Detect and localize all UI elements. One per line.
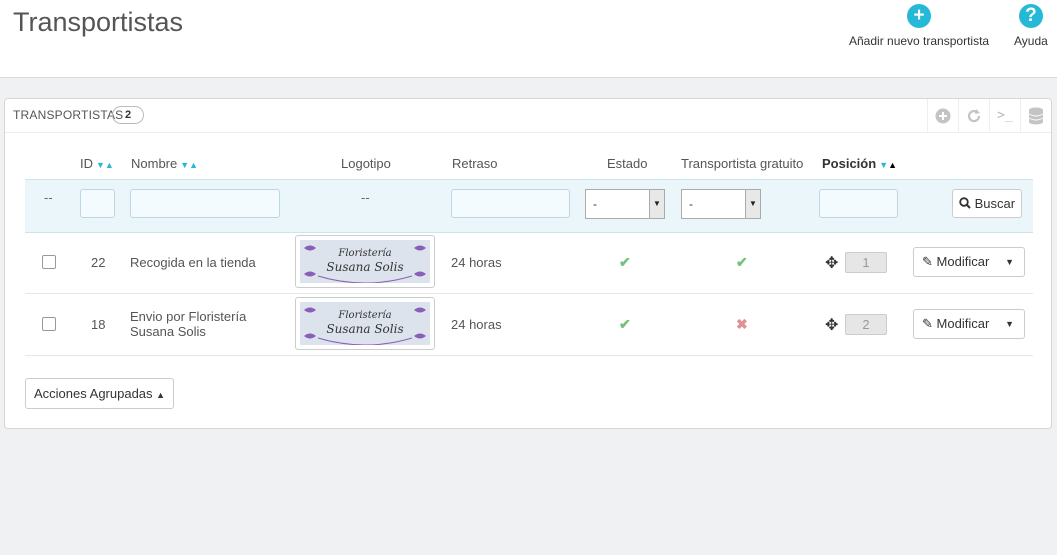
- row-id: 18: [91, 317, 106, 332]
- logo-text-line1: Floristería: [337, 310, 391, 321]
- col-posicion-label: Posición: [822, 156, 877, 171]
- sort-arrows-icon[interactable]: ▼▲: [96, 160, 114, 170]
- table-row[interactable]: 22 Recogida en la tienda Floristería Sus…: [25, 232, 1033, 294]
- row-name: Recogida en la tienda: [130, 255, 256, 270]
- export-database-icon[interactable]: [1020, 99, 1051, 132]
- col-id-label: ID: [80, 156, 93, 171]
- col-header-logotipo: Logotipo: [341, 156, 391, 171]
- row-name-line1: Envio por Floristería: [130, 309, 247, 324]
- position-field: 1: [845, 252, 887, 273]
- col-header-gratuito: Transportista gratuito: [681, 156, 804, 171]
- search-button[interactable]: Buscar: [952, 189, 1022, 218]
- filter-checkbox-placeholder: --: [44, 190, 53, 205]
- table-row[interactable]: 18 Envio por Floristería Susana Solis Fl…: [25, 294, 1033, 356]
- check-icon[interactable]: ✔: [619, 316, 631, 333]
- plus-circle-icon: +: [907, 4, 932, 28]
- sort-arrows-icon[interactable]: ▼▲: [180, 160, 198, 170]
- help-label: Ayuda: [1014, 34, 1048, 48]
- bulk-actions-label: Acciones Agrupadas: [34, 386, 153, 401]
- filter-gratuito-value: -: [689, 197, 693, 211]
- logo-text-line2: Susana Solis: [326, 260, 403, 274]
- chevron-down-icon: ▼: [745, 190, 760, 218]
- filter-estado-value: -: [593, 197, 597, 211]
- carrier-logo: Floristería Susana Solis: [295, 297, 435, 350]
- drag-move-icon[interactable]: ✥: [825, 315, 838, 335]
- carrier-logo: Floristería Susana Solis: [295, 235, 435, 288]
- pencil-icon: ✎: [922, 316, 933, 331]
- bulk-actions-button[interactable]: Acciones Agrupadas ▲: [25, 378, 175, 409]
- row-delay: 24 horas: [451, 255, 502, 270]
- filter-nombre-input[interactable]: [130, 189, 280, 218]
- sql-query-icon[interactable]: >_: [989, 99, 1020, 132]
- page-title: Transportistas: [13, 7, 184, 37]
- refresh-icon[interactable]: [958, 99, 989, 132]
- filter-gratuito-select[interactable]: - ▼: [681, 189, 761, 219]
- col-nombre-label: Nombre: [131, 156, 178, 171]
- count-badge: 2: [112, 106, 144, 124]
- row-checkbox[interactable]: [42, 255, 56, 269]
- search-label: Buscar: [974, 196, 1016, 211]
- panel-title: TRANSPORTISTAS: [13, 108, 124, 122]
- edit-label: Modificar: [936, 316, 990, 331]
- filter-posicion-input[interactable]: [819, 189, 898, 218]
- filter-logo-placeholder: --: [361, 190, 370, 205]
- chevron-down-icon: ▼: [649, 190, 664, 218]
- sort-arrows-icon[interactable]: ▼▲: [879, 160, 897, 170]
- page-header: Transportistas + Añadir nuevo transporti…: [0, 0, 1057, 78]
- edit-label: Modificar: [936, 254, 990, 269]
- row-delay: 24 horas: [451, 317, 502, 332]
- filter-row: -- -- - ▼ - ▼ Buscar: [25, 179, 1033, 233]
- caret-down-icon[interactable]: ▼: [1005, 248, 1014, 276]
- caret-down-icon[interactable]: ▼: [1005, 310, 1014, 338]
- check-icon[interactable]: ✔: [736, 254, 748, 271]
- filter-estado-select[interactable]: - ▼: [585, 189, 665, 219]
- col-header-nombre[interactable]: Nombre ▼▲: [131, 156, 198, 171]
- add-carrier-label: Añadir nuevo transportista: [849, 34, 990, 48]
- filter-retraso-input[interactable]: [451, 189, 570, 218]
- carriers-panel: TRANSPORTISTAS 2 >_ ID ▼▲ Nombre ▼▲ Logoti…: [4, 98, 1052, 429]
- filter-id-input[interactable]: [80, 189, 115, 218]
- search-icon: [959, 196, 975, 211]
- edit-button[interactable]: ✎ Modificar ▼: [913, 309, 1025, 339]
- cross-icon[interactable]: ✖: [736, 316, 748, 333]
- caret-up-icon: ▲: [156, 390, 166, 400]
- panel-heading: TRANSPORTISTAS 2 >_: [5, 99, 1051, 133]
- logo-text-line2: Susana Solis: [326, 322, 403, 336]
- pencil-icon: ✎: [922, 254, 933, 269]
- col-header-estado: Estado: [607, 156, 648, 171]
- add-carrier-button[interactable]: + Añadir nuevo transportista: [849, 4, 989, 48]
- col-header-retraso: Retraso: [452, 156, 498, 171]
- col-header-posicion[interactable]: Posición ▼▲: [822, 156, 897, 171]
- row-name-line2: Susana Solis: [130, 324, 206, 339]
- col-header-id[interactable]: ID ▼▲: [80, 156, 114, 171]
- row-checkbox[interactable]: [42, 317, 56, 331]
- position-field: 2: [845, 314, 887, 335]
- row-id: 22: [91, 255, 106, 270]
- question-circle-icon: ?: [1018, 4, 1043, 28]
- add-icon[interactable]: [927, 99, 958, 132]
- edit-button[interactable]: ✎ Modificar ▼: [913, 247, 1025, 277]
- help-button[interactable]: ? Ayuda: [1014, 4, 1048, 48]
- logo-text-line1: Floristería: [337, 248, 391, 259]
- drag-move-icon[interactable]: ✥: [825, 253, 838, 273]
- check-icon[interactable]: ✔: [619, 254, 631, 271]
- row-name: Envio por Floristería Susana Solis: [130, 309, 246, 339]
